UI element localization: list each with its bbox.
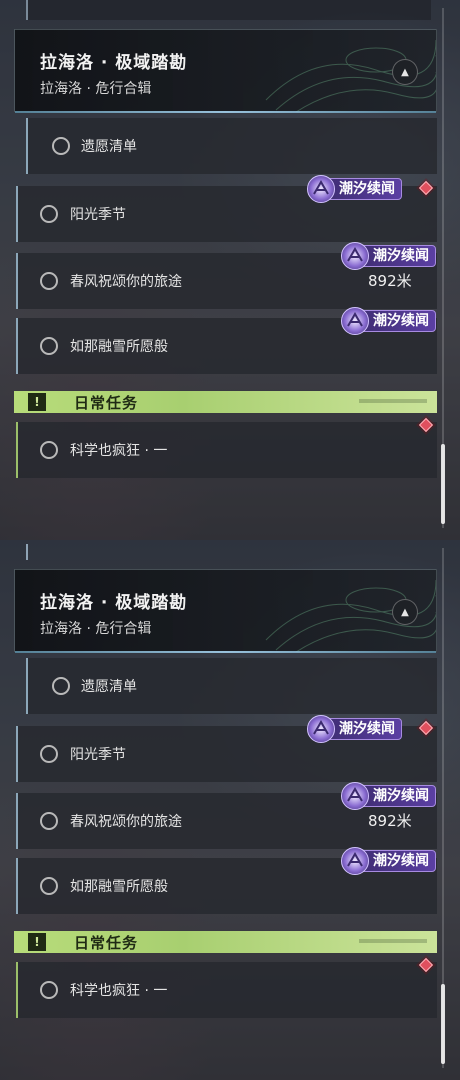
quest-group-title: 拉海洛 · 极域踏勘 [40, 53, 188, 73]
quest-circle-icon [52, 137, 70, 155]
quest-label: 科学也疯狂 · 一 [70, 443, 168, 459]
daily-quests-label: 日常任务 [74, 394, 139, 412]
exclamation-icon: ! [28, 393, 46, 411]
quest-circle-icon [40, 441, 58, 459]
header-decoration [359, 399, 427, 403]
distance-readout: 892米 [368, 272, 412, 290]
chevron-up-icon: ▲ [401, 606, 409, 618]
tide-sequel-badge: 潮汐续闻 [307, 715, 402, 743]
quest-label: 春风祝颂你的旅途 [70, 814, 182, 830]
quest-label: 遗愿清单 [81, 139, 137, 155]
quest-group-header[interactable]: 拉海洛 · 极域踏勘 拉海洛 · 危行合辑 ▲ [14, 569, 437, 653]
quest-circle-icon [40, 745, 58, 763]
daily-quest-item[interactable]: 科学也疯狂 · 一 [16, 962, 437, 1018]
quest-circle-icon [52, 677, 70, 695]
tide-sequel-badge: 潮汐续闻 [341, 782, 436, 810]
quest-label: 如那融雪所愿般 [70, 879, 168, 895]
tide-sequel-badge: 潮汐续闻 [341, 847, 436, 875]
daily-quests-header[interactable]: ! 日常任务 [14, 391, 437, 413]
exclamation-icon: ! [28, 933, 46, 951]
previous-row-stub [26, 544, 28, 560]
tide-sequel-badge: 潮汐续闻 [341, 242, 436, 270]
badge-label: 潮汐续闻 [339, 721, 395, 737]
quest-circle-icon [40, 981, 58, 999]
quest-label: 遗愿清单 [81, 679, 137, 695]
quest-panel-top: 拉海洛 · 极域踏勘 拉海洛 · 危行合辑 ▲ 遗愿清单 阳光季节 潮汐续闻 春… [0, 0, 460, 540]
chevron-up-icon: ▲ [401, 66, 409, 78]
quest-circle-icon [40, 812, 58, 830]
quest-group-subtitle: 拉海洛 · 危行合辑 [40, 621, 152, 637]
quest-label: 科学也疯狂 · 一 [70, 983, 168, 999]
quest-circle-icon [40, 877, 58, 895]
previous-row-stub [26, 0, 431, 20]
tide-sequel-icon [307, 175, 335, 203]
tide-sequel-icon [341, 847, 369, 875]
quest-circle-icon [40, 205, 58, 223]
tide-sequel-badge: 潮汐续闻 [307, 175, 402, 203]
quest-circle-icon [40, 337, 58, 355]
header-decoration [359, 939, 427, 943]
quest-label: 阳光季节 [70, 747, 126, 763]
distance-readout: 892米 [368, 812, 412, 830]
header-underline [15, 111, 436, 113]
tide-sequel-icon [307, 715, 335, 743]
daily-quest-item[interactable]: 科学也疯狂 · 一 [16, 422, 437, 478]
badge-label: 潮汐续闻 [373, 788, 429, 804]
collapse-button[interactable]: ▲ [392, 59, 418, 85]
scrollbar-thumb[interactable] [441, 444, 445, 524]
scrollbar-thumb[interactable] [441, 984, 445, 1064]
badge-label: 潮汐续闻 [373, 313, 429, 329]
badge-label: 潮汐续闻 [339, 181, 395, 197]
tide-sequel-icon [341, 782, 369, 810]
quest-item[interactable]: 遗愿清单 [26, 118, 437, 174]
tide-sequel-icon [341, 242, 369, 270]
daily-quests-label: 日常任务 [74, 934, 139, 952]
header-underline [15, 651, 436, 653]
daily-quests-header[interactable]: ! 日常任务 [14, 931, 437, 953]
quest-panel-bottom: 拉海洛 · 极域踏勘 拉海洛 · 危行合辑 ▲ 遗愿清单 阳光季节 潮汐续闻 春… [0, 540, 460, 1080]
tide-sequel-icon [341, 307, 369, 335]
collapse-button[interactable]: ▲ [392, 599, 418, 625]
quest-group-subtitle: 拉海洛 · 危行合辑 [40, 81, 152, 97]
badge-label: 潮汐续闻 [373, 853, 429, 869]
badge-label: 潮汐续闻 [373, 248, 429, 264]
quest-group-header[interactable]: 拉海洛 · 极域踏勘 拉海洛 · 危行合辑 ▲ [14, 29, 437, 113]
quest-label: 春风祝颂你的旅途 [70, 274, 182, 290]
quest-group-title: 拉海洛 · 极域踏勘 [40, 593, 188, 613]
quest-label: 如那融雪所愿般 [70, 339, 168, 355]
tide-sequel-badge: 潮汐续闻 [341, 307, 436, 335]
quest-label: 阳光季节 [70, 207, 126, 223]
quest-item[interactable]: 遗愿清单 [26, 658, 437, 714]
quest-circle-icon [40, 272, 58, 290]
